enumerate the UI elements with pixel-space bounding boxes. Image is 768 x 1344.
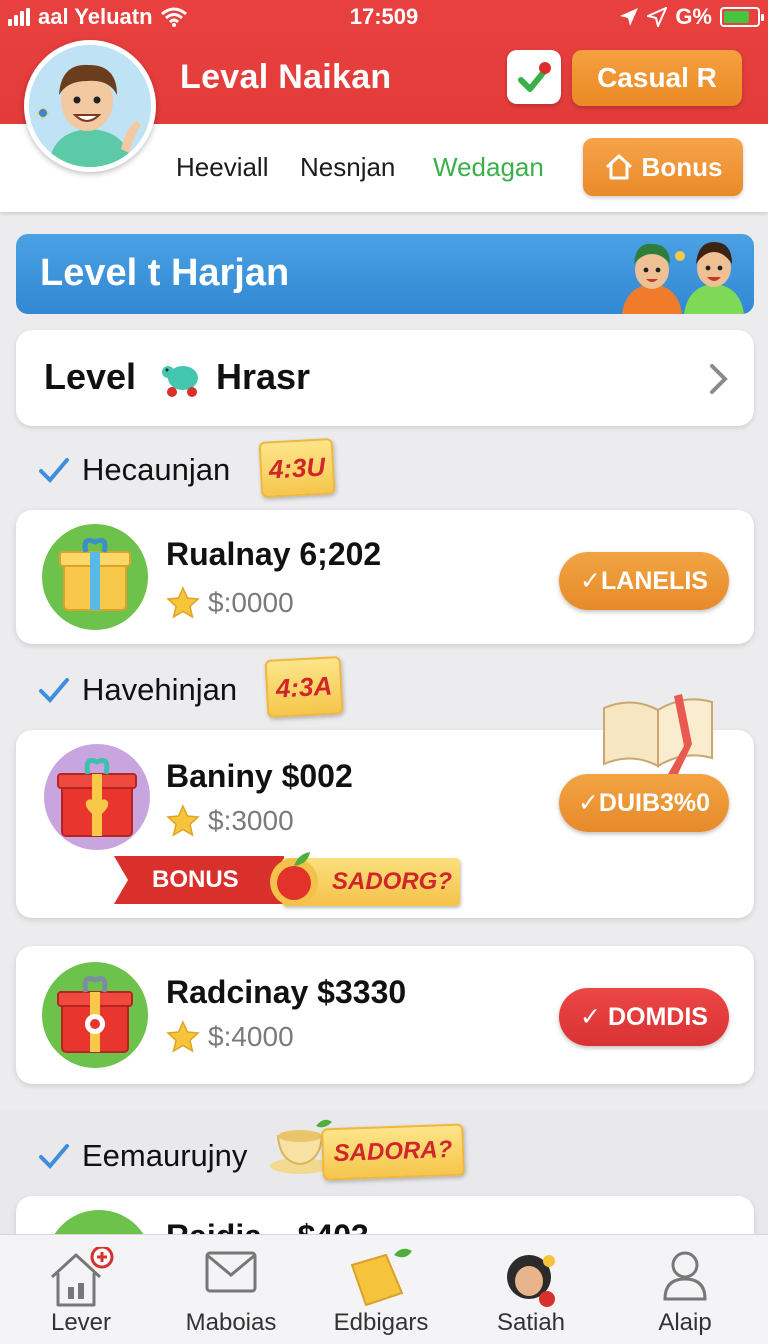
- nav-item-edbigars[interactable]: Edbigars: [306, 1235, 456, 1344]
- level-row-label: Level: [44, 356, 137, 397]
- checkmark-icon: [39, 458, 69, 483]
- section-heading: Eemaurujny: [38, 1138, 247, 1174]
- gift-box-icon: [57, 758, 137, 837]
- reward-price: $:3000: [166, 804, 294, 838]
- bonus-button-label: Bonus: [641, 151, 723, 182]
- claim-button[interactable]: ✓ DOMDIS: [559, 988, 729, 1046]
- section-heading: Hecaunjan: [38, 452, 230, 488]
- claim-button[interactable]: ✓DUIB3%0: [559, 774, 729, 832]
- page-title: Leval Naikan: [180, 58, 392, 96]
- star-icon: [166, 586, 200, 619]
- status-check-button[interactable]: [507, 50, 561, 104]
- nav-label: Lever: [50, 1309, 112, 1336]
- status-bar: aal Yeluatn 17:509 G%: [0, 0, 768, 34]
- reward-price-label: $:4000: [208, 1021, 294, 1052]
- gift-box-icon: [59, 537, 131, 611]
- nav-item-lever[interactable]: Lever: [6, 1235, 156, 1344]
- nav-item-maboias[interactable]: Maboias: [156, 1235, 306, 1344]
- bonus-ribbon: BONUS SADORG?: [114, 852, 460, 908]
- bonus-button[interactable]: Bonus: [583, 138, 743, 196]
- reward-card[interactable]: Radcinay $3330 $:4000 ✓ DOMDIS: [16, 946, 754, 1084]
- reward-price: $:0000: [166, 586, 294, 620]
- folder-leaf-icon: [350, 1248, 412, 1307]
- section-heading-label: Hecaunjan: [82, 452, 231, 487]
- tab-nesnjan[interactable]: Nesnjan: [300, 152, 395, 183]
- section-tag: 4:3U: [258, 438, 336, 498]
- checkmark-icon: [39, 678, 69, 703]
- avatar[interactable]: [24, 40, 156, 172]
- navigation-icon: [647, 7, 668, 27]
- level-selector-row[interactable]: Level Hrasr: [16, 330, 754, 426]
- battery-percent: G%: [675, 4, 712, 29]
- nav-item-alaip[interactable]: Alaip: [610, 1235, 760, 1344]
- gift-icon-circle: [42, 524, 148, 630]
- casual-button[interactable]: Casual R: [572, 50, 742, 106]
- apple-icon: [270, 852, 318, 906]
- user-avatar-illustration: [29, 45, 151, 167]
- banner-title: Level t Harjan: [40, 252, 290, 294]
- home-icon: [605, 154, 632, 180]
- section-heading-label: Eemaurujny: [82, 1138, 248, 1173]
- mail-icon: [205, 1251, 257, 1293]
- nav-label: Edbigars: [333, 1309, 429, 1336]
- level-banner[interactable]: Level t Harjan: [16, 234, 754, 314]
- tab-heeviall[interactable]: Heeviall: [176, 152, 269, 183]
- star-icon: [166, 804, 200, 837]
- reward-title: Baniny $002: [166, 758, 353, 794]
- open-book-icon: [603, 694, 713, 774]
- section-heading-label: Havehinjan: [82, 672, 238, 707]
- reward-card[interactable]: Rualnay 6;202 $:0000 ✓LANELIS: [16, 510, 754, 644]
- reward-price-label: $:0000: [208, 587, 294, 618]
- section-tag: 4:3A: [264, 656, 344, 718]
- house-icon: [50, 1247, 114, 1307]
- check-icon: [518, 62, 551, 92]
- user-icon: [663, 1251, 707, 1301]
- location-arrow-icon: [620, 8, 639, 26]
- chevron-right-icon: [710, 364, 728, 394]
- gift-box-icon: [57, 976, 133, 1053]
- reward-title: Rualnay 6;202: [166, 536, 382, 572]
- tab-wedagan[interactable]: Wedagan: [433, 152, 544, 183]
- profile-character-icon: [507, 1255, 555, 1307]
- claim-button[interactable]: ✓LANELIS: [559, 552, 729, 610]
- star-icon: [166, 1020, 200, 1053]
- level-row-value: Hrasr: [216, 356, 311, 397]
- turtle-icon: [162, 366, 198, 397]
- bottom-navigation: Lever Maboias Edbigars Satiah Alaip: [0, 1234, 768, 1344]
- reward-title: Radcinay $3330: [166, 974, 407, 1010]
- checkmark-icon: [39, 1144, 69, 1169]
- gift-icon-circle: [42, 962, 148, 1068]
- section-tag: SADORA?: [321, 1123, 465, 1181]
- banner-characters-illustration: [622, 242, 744, 314]
- nav-label: Maboias: [185, 1309, 277, 1336]
- section-heading: Havehinjan: [38, 672, 237, 708]
- reward-price-label: $:3000: [208, 805, 294, 836]
- bonus-ribbon-label: BONUS: [114, 856, 284, 904]
- reward-price: $:4000: [166, 1020, 294, 1054]
- nav-label: Alaip: [658, 1309, 712, 1336]
- gift-icon-circle: [44, 744, 150, 850]
- status-right: G%: [619, 4, 764, 30]
- battery-icon: [720, 7, 764, 27]
- nav-item-satiah[interactable]: Satiah: [456, 1235, 606, 1344]
- nav-label: Satiah: [496, 1309, 566, 1336]
